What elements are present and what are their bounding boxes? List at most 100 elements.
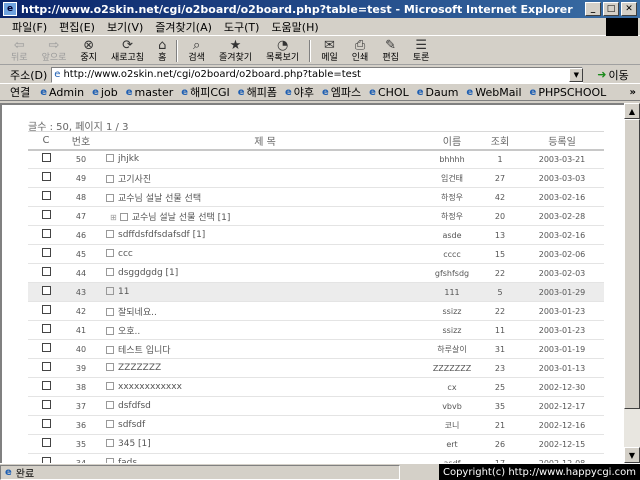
row-author[interactable]: 코니 (424, 415, 480, 435)
row-title-cell: dsfdfsd (98, 396, 424, 416)
row-author[interactable]: cccc (424, 244, 480, 264)
search-button[interactable]: ⌕ 검색 (181, 37, 212, 65)
row-title-link[interactable]: 교수님 설날 선물 선택 (118, 194, 201, 204)
row-checkbox[interactable] (41, 172, 51, 181)
print-button[interactable]: ⎙ 인쇄 (345, 37, 376, 65)
row-date: 2003-02-16 (520, 225, 604, 245)
ie-throbber-logo (606, 18, 638, 36)
menu-file[interactable]: 파일(F) (6, 19, 53, 35)
row-author[interactable]: asde (424, 225, 480, 245)
table-row: 47 ⊞ 교수님 설날 선물 선택 [1] 하정우 20 2003-02-28 (28, 206, 604, 226)
menu-tools[interactable]: 도구(T) (218, 19, 266, 35)
scroll-down-button[interactable]: ▼ (624, 447, 640, 463)
row-title-link[interactable]: 잘되네요.. (118, 308, 157, 318)
edit-button[interactable]: ✎ 편집 (375, 37, 406, 65)
link-yahoo[interactable]: e 야후 (285, 84, 314, 100)
link-happyform[interactable]: e 해피폼 (238, 84, 277, 100)
row-checkbox[interactable] (41, 324, 51, 333)
row-author[interactable]: ssizz (424, 301, 480, 321)
row-title-link[interactable]: sdfsdf (118, 420, 145, 430)
row-checkbox[interactable] (41, 400, 51, 409)
row-title-link[interactable]: 테스트 입니다 (118, 346, 171, 356)
row-author[interactable]: ZZZZZZZ (424, 358, 480, 378)
row-author[interactable]: 하루살이 (424, 339, 480, 359)
menu-view[interactable]: 보기(V) (101, 19, 149, 35)
row-author[interactable]: bhhhh (424, 149, 480, 169)
close-button[interactable]: ✕ (621, 2, 637, 16)
link-happycgi[interactable]: e 해피CGI (181, 84, 230, 100)
row-author[interactable]: vbvb (424, 396, 480, 416)
maximize-button[interactable]: □ (603, 2, 619, 16)
row-author[interactable]: 하정우 (424, 187, 480, 207)
scroll-thumb[interactable] (624, 119, 640, 409)
row-title-link[interactable]: 11 (118, 287, 129, 297)
row-author[interactable]: cx (424, 377, 480, 397)
row-title-link[interactable]: ZZZZZZZ (118, 363, 161, 373)
row-checkbox[interactable] (41, 229, 51, 238)
document-icon (106, 268, 114, 276)
row-title-link[interactable]: 오호.. (118, 327, 140, 337)
vertical-scrollbar[interactable]: ▲ ▼ (624, 103, 640, 463)
row-checkbox[interactable] (41, 248, 51, 257)
row-title-link[interactable]: ccc (118, 249, 133, 259)
home-icon: ⌂ (158, 37, 167, 53)
header-name: 이름 (424, 131, 480, 151)
row-checkbox[interactable] (41, 267, 51, 276)
address-dropdown-button[interactable]: ▼ (569, 67, 584, 82)
link-master[interactable]: e master (126, 86, 174, 99)
row-checkbox[interactable] (41, 286, 51, 295)
stop-button[interactable]: ⊗ 중지 (73, 37, 104, 65)
refresh-button[interactable]: ⟳ 새로고침 (104, 37, 151, 65)
menu-edit[interactable]: 편집(E) (53, 19, 101, 35)
row-views: 13 (480, 225, 520, 245)
minimize-button[interactable]: _ (585, 2, 601, 16)
link-chol[interactable]: e CHOL (369, 86, 409, 99)
link-phpschool[interactable]: e PHPSCHOOL (530, 86, 607, 99)
discuss-button[interactable]: ☰ 토론 (406, 37, 437, 65)
link-webmail[interactable]: e WebMail (466, 86, 521, 99)
link-empas[interactable]: e 엠파스 (322, 84, 361, 100)
row-author[interactable]: 임건태 (424, 168, 480, 188)
menu-help[interactable]: 도움말(H) (265, 19, 324, 35)
row-author[interactable]: 하정우 (424, 206, 480, 226)
row-checkbox[interactable] (41, 210, 51, 219)
header-date: 등록일 (520, 131, 604, 151)
menu-favorites[interactable]: 즐겨찾기(A) (149, 19, 218, 35)
row-checkbox[interactable] (41, 343, 51, 352)
row-checkbox[interactable] (41, 191, 51, 200)
row-checkbox[interactable] (41, 305, 51, 314)
row-checkbox[interactable] (41, 381, 51, 390)
row-author[interactable]: ssizz (424, 320, 480, 340)
row-author[interactable]: asdf (424, 453, 480, 463)
row-checkbox[interactable] (41, 153, 51, 163)
row-author[interactable]: 111 (424, 282, 480, 302)
row-title-link[interactable]: 교수님 설날 선물 선택 [1] (132, 213, 231, 223)
row-views: 20 (480, 206, 520, 226)
row-checkbox[interactable] (41, 419, 51, 428)
row-checkbox[interactable] (41, 438, 51, 447)
link-job[interactable]: e job (92, 86, 118, 99)
back-button[interactable]: ⇦ 뒤로 (4, 37, 35, 65)
row-title-link[interactable]: xxxxxxxxxxxx (118, 382, 182, 392)
row-title-link[interactable]: 345 [1] (118, 439, 151, 449)
mail-button[interactable]: ✉ 메일 (314, 37, 345, 65)
row-check-cell (28, 301, 64, 321)
row-title-link[interactable]: sdffdsfdfsdafsdf [1] (118, 230, 205, 240)
row-title-link[interactable]: dsggdgdg [1] (118, 268, 178, 278)
links-more-icon[interactable]: » (630, 87, 636, 98)
row-title-link[interactable]: 고기사진 (118, 175, 151, 185)
row-checkbox[interactable] (41, 362, 51, 371)
favorites-button[interactable]: ★ 즐겨찾기 (212, 37, 259, 65)
address-input[interactable]: e http://www.o2skin.net/cgi/o2board/o2bo… (51, 66, 584, 83)
link-daum[interactable]: e Daum (417, 86, 459, 99)
row-title-link[interactable]: jhjkk (118, 154, 139, 164)
row-title-link[interactable]: dsfdfsd (118, 401, 151, 411)
row-author[interactable]: ert (424, 434, 480, 454)
scroll-up-button[interactable]: ▲ (624, 103, 640, 119)
go-button[interactable]: ➜ 이동 (597, 67, 628, 83)
history-button[interactable]: ◔ 목록보기 (259, 37, 306, 65)
row-author[interactable]: gfshfsdg (424, 263, 480, 283)
home-button[interactable]: ⌂ 홈 (151, 37, 173, 65)
forward-button[interactable]: ⇨ 앞으로 (35, 37, 74, 65)
link-admin[interactable]: e Admin (40, 86, 84, 99)
